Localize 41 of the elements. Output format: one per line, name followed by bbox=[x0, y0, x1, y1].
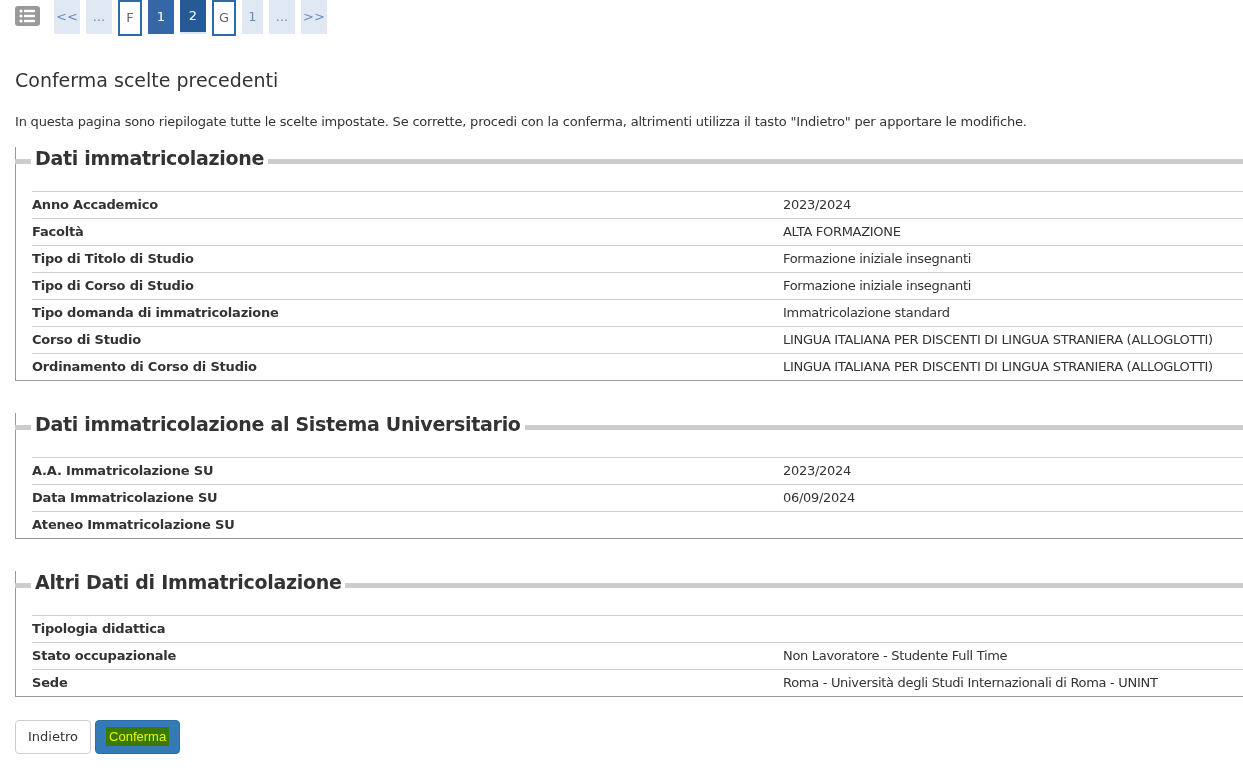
page-link[interactable]: ... bbox=[86, 0, 112, 34]
confirm-button[interactable]: Conferma bbox=[95, 720, 181, 754]
field-value: LINGUA ITALIANA PER DISCENTI DI LINGUA STRANIERA (ALLOGLOTTI) bbox=[783, 358, 1213, 377]
section-legend: Dati immatricolazione al Sistema Universitario bbox=[31, 409, 525, 439]
field-label: Ordinamento di Corso di Studio bbox=[32, 358, 258, 377]
field-value: ALTA FORMAZIONE bbox=[783, 223, 901, 242]
page-link[interactable]: G bbox=[212, 0, 236, 36]
field-value: 2023/2024 bbox=[783, 462, 851, 481]
page-link[interactable]: 1 bbox=[242, 0, 263, 34]
field-value: 2023/2024 bbox=[783, 196, 851, 215]
field-label: Corso di Studio bbox=[32, 331, 142, 350]
page-link[interactable]: 1 bbox=[148, 0, 174, 34]
section-legend: Altri Dati di Immatricolazione bbox=[31, 567, 346, 597]
back-button[interactable]: Indietro bbox=[15, 720, 92, 754]
field-label: Facoltà bbox=[32, 223, 85, 242]
field-label: Data Immatricolazione SU bbox=[32, 489, 219, 508]
field-label: Tipo di Corso di Studio bbox=[32, 277, 195, 296]
page-link[interactable]: 2 bbox=[180, 0, 206, 34]
field-label: Tipo domanda di immatricolazione bbox=[32, 304, 280, 323]
field-value: Non Lavoratore - Studente Full Time bbox=[783, 647, 1008, 666]
field-value: 06/09/2024 bbox=[783, 489, 855, 508]
field-label: A.A. Immatricolazione SU bbox=[32, 462, 215, 481]
field-value: Immatricolazione standard bbox=[783, 304, 950, 323]
field-label: Stato occupazionale bbox=[32, 647, 178, 666]
field-label: Tipo di Titolo di Studio bbox=[32, 250, 195, 269]
field-label: Tipologia didattica bbox=[32, 620, 167, 639]
field-value: Formazione iniziale insegnanti bbox=[783, 250, 972, 269]
section-legend: Dati immatricolazione bbox=[31, 143, 269, 173]
field-value: Formazione iniziale insegnanti bbox=[783, 277, 972, 296]
field-value: Roma - Università degli Studi Internazionali di Roma - UNINT bbox=[783, 674, 1158, 693]
intro-text: In questa pagina sono riepilogate tutte le scelte impostate. Se corrette, procedi con la conferma, altrimenti utilizza il tasto "Indietro" per apportare le modifiche. bbox=[15, 112, 1028, 131]
field-label: Anno Accademico bbox=[32, 196, 160, 215]
list-icon[interactable] bbox=[15, 6, 40, 26]
field-label: Sede bbox=[32, 674, 69, 693]
field-value: LINGUA ITALIANA PER DISCENTI DI LINGUA STRANIERA (ALLOGLOTTI) bbox=[783, 331, 1213, 350]
page-link[interactable]: ... bbox=[269, 0, 295, 34]
page-link[interactable]: >> bbox=[301, 0, 327, 34]
field-label: Ateneo Immatricolazione SU bbox=[32, 516, 236, 535]
page-title: Conferma scelte precedenti bbox=[15, 68, 280, 93]
page-link[interactable]: << bbox=[54, 0, 80, 34]
page-link[interactable]: F bbox=[118, 0, 142, 36]
